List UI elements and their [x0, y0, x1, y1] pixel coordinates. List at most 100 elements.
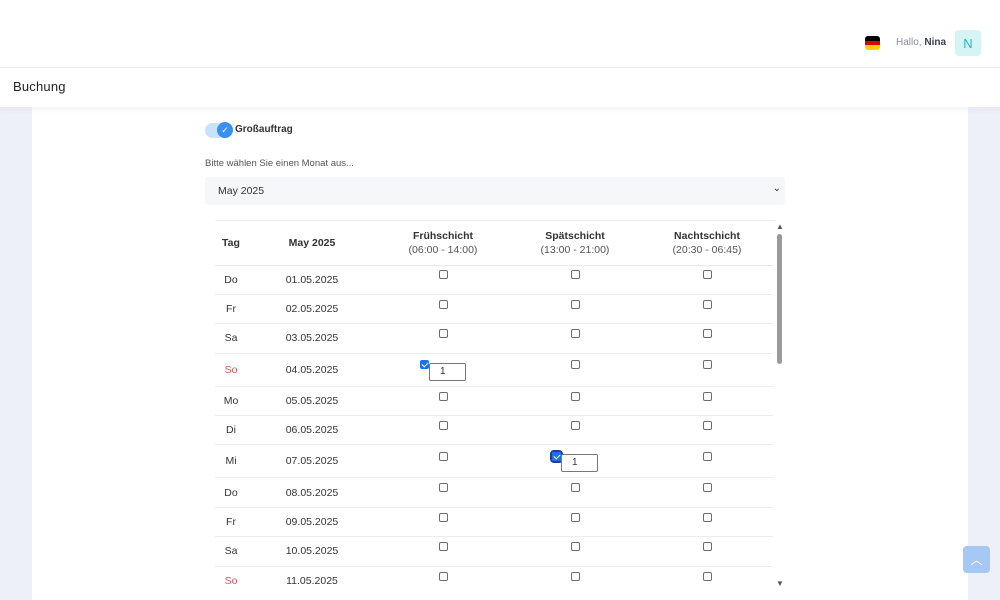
night-shift-checkbox[interactable]: [702, 329, 712, 339]
late-shift-checkbox[interactable]: [570, 299, 580, 309]
night-shift-checkbox[interactable]: [702, 360, 712, 370]
early-shift-checkbox[interactable]: [438, 571, 448, 581]
early-shift-cell: [377, 323, 509, 354]
night-shift-checkbox[interactable]: [702, 483, 712, 493]
late-shift-cell: [509, 415, 641, 446]
col-header-early: Frühschicht (06:00 - 14:00): [377, 221, 509, 266]
early-shift-cell: [377, 444, 509, 479]
late-shift-cell: [509, 353, 641, 387]
late-shift-checkbox[interactable]: [570, 270, 580, 280]
date-cell: 05.05.2025: [247, 386, 377, 417]
date-cell: 06.05.2025: [247, 415, 377, 446]
scroll-up-arrow-icon[interactable]: ▲: [776, 222, 784, 231]
late-shift-cell: [509, 507, 641, 538]
late-shift-checkbox[interactable]: [570, 571, 580, 581]
night-shift-checkbox[interactable]: [702, 542, 712, 552]
late-shift-cell: [509, 265, 641, 295]
night-shift-cell: [641, 444, 773, 479]
early-shift-checkbox[interactable]: [438, 391, 448, 401]
table-row: Di 06.05.2025: [215, 415, 773, 446]
scroll-to-top-button[interactable]: ︿: [963, 546, 990, 573]
table-row: Mi 07.05.2025 1: [215, 444, 773, 479]
date-cell: 08.05.2025: [247, 477, 377, 508]
chevron-up-icon: ︿: [970, 553, 983, 567]
night-shift-checkbox[interactable]: [702, 391, 712, 401]
night-shift-cell: [641, 353, 773, 387]
early-shift-cell: [377, 386, 509, 417]
night-shift-checkbox[interactable]: [702, 270, 712, 280]
late-shift-checkbox[interactable]: [550, 449, 563, 463]
early-shift-quantity-input[interactable]: 1: [429, 362, 466, 381]
date-cell: 02.05.2025: [247, 294, 377, 325]
day-cell: Do: [215, 477, 247, 508]
late-shift-time: (13:00 - 21:00): [540, 243, 610, 256]
late-shift-cell: [509, 323, 641, 354]
user-greeting: Hallo, Nina: [896, 37, 946, 48]
night-shift-cell: [641, 566, 773, 590]
date-cell: 03.05.2025: [247, 323, 377, 354]
page-title: Buchung: [13, 79, 66, 94]
early-shift-checkbox[interactable]: [438, 329, 448, 339]
early-shift-checkbox[interactable]: [438, 270, 448, 280]
table-row: Sa 10.05.2025: [215, 536, 773, 567]
late-shift-checkbox[interactable]: [570, 483, 580, 493]
early-shift-name: Frühschicht: [412, 229, 474, 242]
early-shift-checkbox[interactable]: [420, 360, 429, 370]
table-scrollbar[interactable]: ▲ ▼: [776, 222, 784, 588]
toggle-label: Großauftrag: [235, 124, 293, 135]
date-cell: 11.05.2025: [247, 566, 377, 590]
table-row: So 04.05.2025 1: [215, 353, 773, 387]
col-header-night: Nachtschicht (20:30 - 06:45): [641, 221, 773, 266]
table-row: Fr 02.05.2025: [215, 294, 773, 325]
month-select[interactable]: May 2025 ⌄: [205, 177, 785, 205]
early-shift-checkbox[interactable]: [438, 299, 448, 309]
table-row: Mo 05.05.2025: [215, 386, 773, 417]
chevron-down-icon: ⌄: [772, 183, 781, 194]
night-shift-cell: [641, 323, 773, 354]
late-shift-checkbox[interactable]: [570, 420, 580, 430]
night-shift-checkbox[interactable]: [702, 571, 712, 581]
table-row: Do 08.05.2025: [215, 477, 773, 508]
early-shift-cell: [377, 265, 509, 295]
late-shift-cell: [509, 477, 641, 508]
scroll-down-arrow-icon[interactable]: ▼: [776, 579, 784, 588]
check-icon: ✓: [217, 122, 233, 138]
table-row: So 11.05.2025: [215, 566, 773, 590]
night-shift-checkbox[interactable]: [702, 452, 712, 462]
late-shift-cell: [509, 536, 641, 567]
avatar[interactable]: N: [955, 30, 981, 56]
night-shift-name: Nachtschicht: [674, 229, 740, 242]
night-shift-checkbox[interactable]: [702, 299, 712, 309]
early-shift-checkbox[interactable]: [438, 483, 448, 493]
scrollbar-thumb[interactable]: [777, 234, 782, 364]
late-shift-checkbox[interactable]: [570, 360, 580, 370]
table-row: Do 01.05.2025: [215, 265, 773, 295]
late-shift-checkbox[interactable]: [570, 512, 580, 522]
day-cell: Sa: [215, 536, 247, 567]
german-flag-icon[interactable]: [865, 36, 880, 50]
late-shift-cell: 1: [509, 444, 641, 479]
late-shift-quantity-input[interactable]: 1: [561, 454, 598, 473]
night-shift-cell: [641, 415, 773, 446]
early-shift-cell: [377, 536, 509, 567]
shift-table-container: Tag May 2025 Frühschicht (06:00 - 14:00)…: [215, 220, 775, 590]
day-cell: So: [215, 353, 247, 387]
shift-table: Tag May 2025 Frühschicht (06:00 - 14:00)…: [215, 221, 773, 590]
night-shift-cell: [641, 294, 773, 325]
late-shift-checkbox[interactable]: [570, 329, 580, 339]
day-cell: Fr: [215, 294, 247, 325]
late-shift-checkbox[interactable]: [570, 542, 580, 552]
col-header-month: May 2025: [247, 221, 377, 266]
night-shift-cell: [641, 477, 773, 508]
early-shift-checkbox[interactable]: [438, 452, 448, 462]
grossauftrag-toggle[interactable]: ✓: [205, 122, 233, 138]
early-shift-checkbox[interactable]: [438, 512, 448, 522]
top-navbar: Hallo, Nina N: [0, 0, 1000, 68]
early-shift-checkbox[interactable]: [438, 420, 448, 430]
early-shift-checkbox[interactable]: [438, 542, 448, 552]
night-shift-checkbox[interactable]: [702, 512, 712, 522]
date-cell: 01.05.2025: [247, 265, 377, 295]
late-shift-checkbox[interactable]: [570, 391, 580, 401]
night-shift-cell: [641, 386, 773, 417]
night-shift-checkbox[interactable]: [702, 420, 712, 430]
